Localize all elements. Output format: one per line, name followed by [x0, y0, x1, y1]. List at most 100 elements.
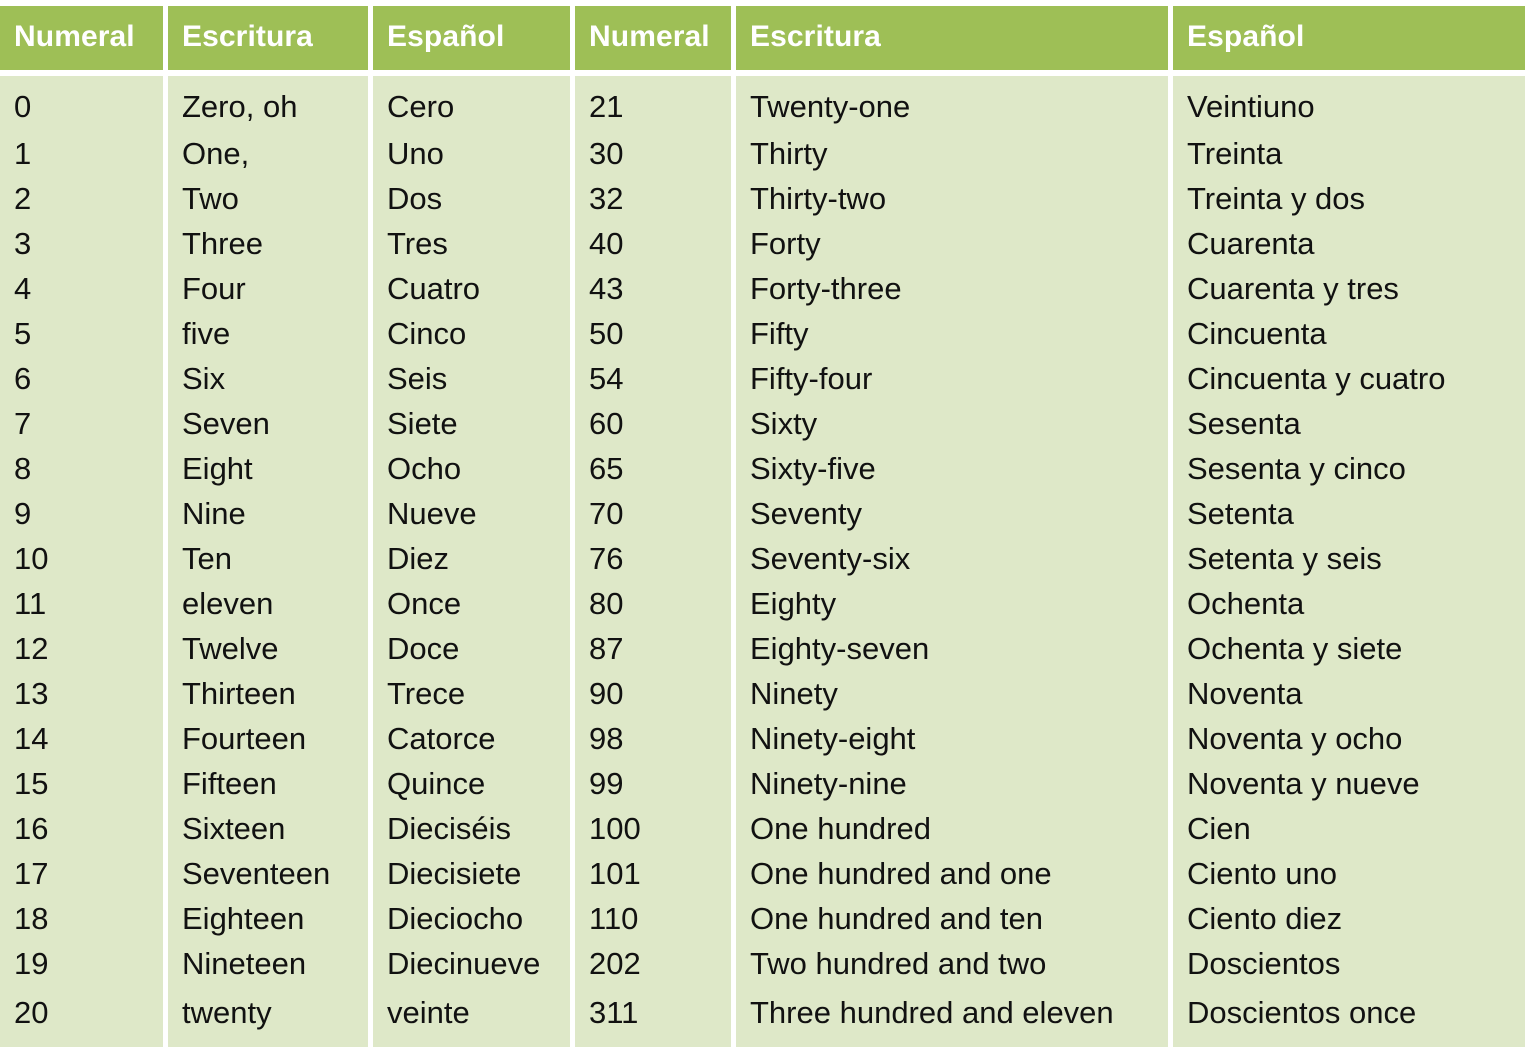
column-header-espanol-right: Español	[1173, 6, 1525, 70]
cell-espanol-right: Cuarenta y tres	[1173, 266, 1525, 311]
cell-espanol-left: Tres	[373, 221, 570, 266]
cell-numeral-left: 5	[0, 311, 163, 356]
column-header-escritura-left: Escritura	[168, 6, 368, 70]
cell-espanol-right: Sesenta y cinco	[1173, 446, 1525, 491]
cell-numeral-left: 8	[0, 446, 163, 491]
cell-numeral-right: 98	[575, 716, 731, 761]
table-row: 16 Sixteen Dieciséis 100 One hundred Cien	[0, 806, 1525, 851]
cell-espanol-right: Doscientos once	[1173, 986, 1525, 1047]
cell-escritura-right: One hundred	[736, 806, 1168, 851]
table-row: 8 Eight Ocho 65 Sixty-five Sesenta y cinco	[0, 446, 1525, 491]
cell-espanol-left: Cero	[373, 76, 570, 131]
cell-escritura-left: Nineteen	[168, 941, 368, 986]
column-header-escritura-right: Escritura	[736, 6, 1168, 70]
cell-espanol-left: Dieciocho	[373, 896, 570, 941]
cell-numeral-right: 65	[575, 446, 731, 491]
cell-espanol-left: Doce	[373, 626, 570, 671]
cell-espanol-left: Once	[373, 581, 570, 626]
cell-espanol-right: Treinta	[1173, 131, 1525, 176]
cell-numeral-left: 7	[0, 401, 163, 446]
header-row: Numeral Escritura Español Numeral Escrit…	[0, 6, 1525, 70]
cell-espanol-right: Ochenta	[1173, 581, 1525, 626]
cell-escritura-left: Three	[168, 221, 368, 266]
cell-espanol-right: Veintiuno	[1173, 76, 1525, 131]
cell-escritura-right: Eighty	[736, 581, 1168, 626]
table-row: 13 Thirteen Trece 90 Ninety Noventa	[0, 671, 1525, 716]
cell-numeral-left: 3	[0, 221, 163, 266]
cell-escritura-right: Thirty	[736, 131, 1168, 176]
cell-numeral-right: 43	[575, 266, 731, 311]
cell-numeral-right: 311	[575, 986, 731, 1047]
cell-escritura-right: Seventy	[736, 491, 1168, 536]
cell-escritura-left: Nine	[168, 491, 368, 536]
cell-espanol-right: Doscientos	[1173, 941, 1525, 986]
cell-numeral-left: 4	[0, 266, 163, 311]
cell-espanol-left: Dos	[373, 176, 570, 221]
table-row: 0 Zero, oh Cero 21 Twenty-one Veintiuno	[0, 76, 1525, 131]
cell-numeral-left: 2	[0, 176, 163, 221]
cell-numeral-left: 6	[0, 356, 163, 401]
cell-numeral-left: 1	[0, 131, 163, 176]
cell-escritura-right: Twenty-one	[736, 76, 1168, 131]
cell-numeral-left: 12	[0, 626, 163, 671]
table-row: 18 Eighteen Dieciocho 110 One hundred and te…	[0, 896, 1525, 941]
cell-escritura-right: Two hundred and two	[736, 941, 1168, 986]
cell-escritura-right: One hundred and one	[736, 851, 1168, 896]
cell-escritura-left: Fifteen	[168, 761, 368, 806]
cell-espanol-right: Noventa y nueve	[1173, 761, 1525, 806]
cell-espanol-left: Cuatro	[373, 266, 570, 311]
cell-numeral-right: 54	[575, 356, 731, 401]
cell-escritura-left: Thirteen	[168, 671, 368, 716]
cell-numeral-right: 90	[575, 671, 731, 716]
table-row: 7 Seven Siete 60 Sixty Sesenta	[0, 401, 1525, 446]
cell-espanol-right: Treinta y dos	[1173, 176, 1525, 221]
cell-numeral-left: 20	[0, 986, 163, 1047]
column-header-espanol-left: Español	[373, 6, 570, 70]
cell-espanol-left: Cinco	[373, 311, 570, 356]
table-row: 5 five Cinco 50 Fifty Cincuenta	[0, 311, 1525, 356]
cell-escritura-left: Seventeen	[168, 851, 368, 896]
cell-espanol-left: Quince	[373, 761, 570, 806]
cell-escritura-left: Eight	[168, 446, 368, 491]
cell-escritura-left: Four	[168, 266, 368, 311]
cell-escritura-left: Seven	[168, 401, 368, 446]
cell-escritura-right: Sixty-five	[736, 446, 1168, 491]
cell-espanol-left: Uno	[373, 131, 570, 176]
cell-escritura-left: five	[168, 311, 368, 356]
cell-numeral-right: 40	[575, 221, 731, 266]
column-header-numeral-right: Numeral	[575, 6, 731, 70]
cell-numeral-right: 76	[575, 536, 731, 581]
table-row: 9 Nine Nueve 70 Seventy Setenta	[0, 491, 1525, 536]
cell-espanol-left: veinte	[373, 986, 570, 1047]
cell-numeral-right: 21	[575, 76, 731, 131]
table-row: 1 One, Uno 30 Thirty Treinta	[0, 131, 1525, 176]
cell-numeral-left: 0	[0, 76, 163, 131]
cell-numeral-right: 32	[575, 176, 731, 221]
cell-numeral-left: 17	[0, 851, 163, 896]
cell-escritura-left: Six	[168, 356, 368, 401]
cell-espanol-right: Cincuenta y cuatro	[1173, 356, 1525, 401]
cell-numeral-right: 50	[575, 311, 731, 356]
cell-escritura-right: Three hundred and eleven	[736, 986, 1168, 1047]
table-row: 6 Six Seis 54 Fifty-four Cincuenta y cuatro	[0, 356, 1525, 401]
cell-espanol-right: Sesenta	[1173, 401, 1525, 446]
cell-escritura-right: One hundred and ten	[736, 896, 1168, 941]
cell-espanol-right: Ochenta y siete	[1173, 626, 1525, 671]
table-row: 17 Seventeen Diecisiete 101 One hundred and …	[0, 851, 1525, 896]
cell-espanol-left: Diecisiete	[373, 851, 570, 896]
cell-espanol-left: Catorce	[373, 716, 570, 761]
cell-escritura-left: Two	[168, 176, 368, 221]
cell-escritura-left: Zero, oh	[168, 76, 368, 131]
cell-numeral-left: 18	[0, 896, 163, 941]
cell-escritura-right: Ninety	[736, 671, 1168, 716]
cell-numeral-right: 110	[575, 896, 731, 941]
cell-numeral-right: 60	[575, 401, 731, 446]
cell-espanol-right: Ciento uno	[1173, 851, 1525, 896]
cell-espanol-left: Ocho	[373, 446, 570, 491]
table-row: 20 twenty veinte 311 Three hundred and eleve…	[0, 986, 1525, 1047]
cell-espanol-right: Noventa y ocho	[1173, 716, 1525, 761]
cell-espanol-left: Dieciséis	[373, 806, 570, 851]
table-header: Numeral Escritura Español Numeral Escrit…	[0, 6, 1525, 70]
cell-espanol-left: Nueve	[373, 491, 570, 536]
cell-espanol-left: Siete	[373, 401, 570, 446]
